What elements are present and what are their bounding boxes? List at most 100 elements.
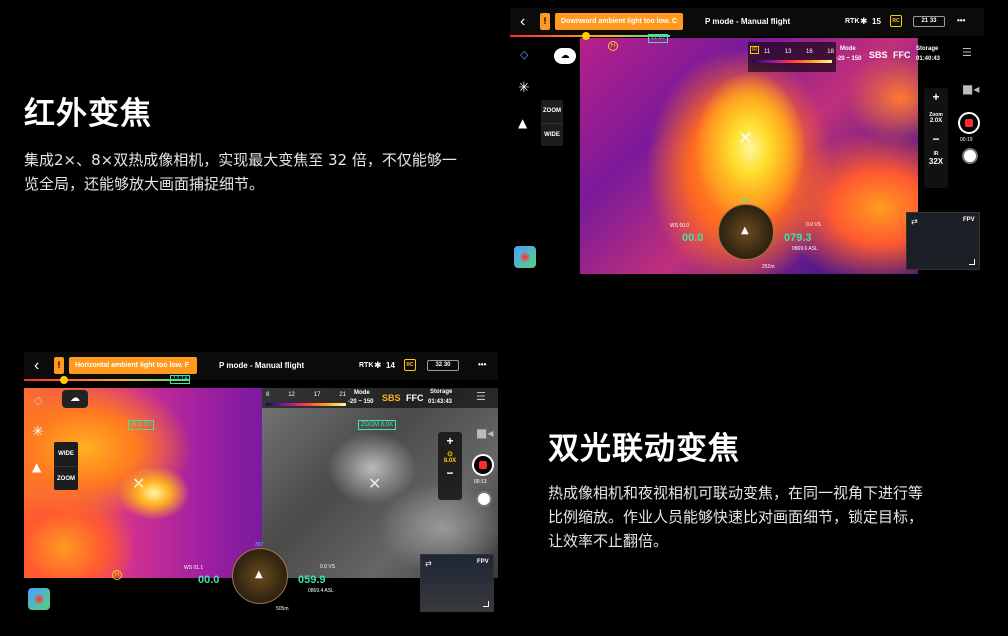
timeline-bar bbox=[510, 35, 670, 37]
ir-badge: IR bbox=[750, 46, 759, 54]
altitude-asl: 0869.6 ASL bbox=[792, 246, 818, 252]
section2-desc-line3: 让效率不止翻倍。 bbox=[548, 532, 669, 550]
back-button[interactable]: ‹ bbox=[34, 357, 39, 375]
zoom-lens-button[interactable]: ZOOM bbox=[541, 100, 563, 123]
shutter-button[interactable] bbox=[476, 491, 492, 507]
wide-lens-button[interactable]: WIDE bbox=[54, 442, 78, 466]
timeline-marker: 12:14 bbox=[170, 375, 191, 384]
thermal-zoom-screen: ‹ ! Downward ambient light too low. C P … bbox=[510, 8, 984, 274]
palette-ticks: 8 12 17 21 bbox=[266, 392, 346, 398]
aircraft-heading-icon: ▲ bbox=[741, 225, 749, 236]
palette-tick: 21 bbox=[339, 392, 346, 398]
video-camera-icon[interactable]: ■◂ bbox=[476, 426, 493, 440]
fpv-label: FPV bbox=[477, 559, 489, 565]
zoom-lens-button[interactable]: ZOOM bbox=[54, 466, 78, 490]
zoom-tag: ZOOM 8.0X bbox=[358, 420, 397, 430]
ir-zoom-value[interactable]: 32X bbox=[924, 157, 948, 166]
more-menu-button[interactable]: ••• bbox=[478, 360, 486, 369]
section2-desc-line1: 热成像相机和夜视相机可联动变焦，在同一视角下进行等 bbox=[548, 484, 924, 502]
back-button[interactable]: ‹ bbox=[520, 13, 525, 31]
battery2-value: 33 bbox=[929, 18, 937, 24]
attitude-compass: ▲ bbox=[232, 548, 288, 604]
dual-zoom-screen: ‹ ! Horizontal ambient light too low. F … bbox=[24, 352, 498, 614]
zoom-out-button[interactable]: − bbox=[924, 130, 948, 148]
satellite-icon: ✱ bbox=[374, 360, 382, 370]
video-camera-icon[interactable]: ■◂ bbox=[962, 82, 979, 96]
map-pin-icon[interactable]: ◇ bbox=[34, 394, 42, 407]
swap-view-icon[interactable]: ⇄ bbox=[425, 559, 432, 568]
target-icon[interactable]: ✳ bbox=[518, 80, 530, 96]
timeline-dot bbox=[60, 376, 68, 384]
fpv-view[interactable]: ⇄ FPV bbox=[420, 554, 494, 612]
section1-title: 红外变焦 bbox=[24, 96, 152, 132]
palette-gradient bbox=[752, 60, 832, 63]
map-pin-icon[interactable]: ◇ bbox=[520, 48, 528, 61]
wide-lens-button[interactable]: WIDE bbox=[541, 123, 563, 146]
camera-switch: ZOOM WIDE bbox=[541, 100, 563, 146]
fpv-view[interactable]: ⇄ FPV bbox=[906, 212, 980, 270]
horizontal-speed: 00.0 bbox=[198, 574, 220, 586]
target-icon[interactable]: ✳ bbox=[32, 424, 44, 440]
home-distance: 252m bbox=[762, 264, 775, 270]
aircraft-heading-icon: ▲ bbox=[255, 569, 263, 580]
ffc-button[interactable]: FFC bbox=[893, 50, 911, 60]
warning-icon: ! bbox=[54, 357, 64, 374]
zoom-control: + Zoom 2.0X − IR 32X bbox=[924, 88, 948, 188]
zoom-out-button[interactable]: − bbox=[438, 464, 462, 482]
battery2-value: 30 bbox=[443, 362, 451, 368]
expand-icon[interactable] bbox=[483, 601, 489, 607]
expand-icon[interactable] bbox=[969, 259, 975, 265]
crosshair-icon: ✕ bbox=[132, 474, 146, 493]
compass-heading: 236 bbox=[741, 198, 750, 204]
satellite-icon: ✱ bbox=[860, 16, 868, 26]
home-point-icon: H bbox=[608, 41, 618, 51]
palette-legend: IR 11 13 16 18 bbox=[748, 42, 836, 72]
page: 红外变焦 集成2×、8×双热成像相机，实现最大变焦至 32 倍，不仅能够一 览全… bbox=[0, 0, 1008, 636]
record-stop-icon bbox=[965, 119, 973, 127]
top-bar: ‹ ! Downward ambient light too low. C P … bbox=[510, 8, 984, 36]
palette-tick: 18 bbox=[827, 49, 834, 55]
timeline-bar bbox=[24, 379, 189, 381]
link-zoom-icon[interactable]: ⊙ bbox=[438, 450, 462, 458]
palette-tick: 13 bbox=[784, 49, 792, 55]
swap-view-icon[interactable]: ⇄ bbox=[911, 217, 918, 226]
record-time: 00:13 bbox=[474, 479, 487, 485]
section2-desc-line2: 比例缩放。作业人员能够快速比对画面细节，锁定目标， bbox=[548, 508, 924, 526]
ffc-button[interactable]: FFC bbox=[406, 393, 424, 403]
section1-desc-line2: 览全局，还能够放大画面捕捉细节。 bbox=[24, 175, 265, 193]
record-time: 00:19 bbox=[960, 137, 973, 143]
sbs-button[interactable]: SBS bbox=[869, 50, 888, 60]
cloud-upload-icon[interactable]: ☁ bbox=[554, 48, 576, 64]
map-thumbnail-icon[interactable]: ◉ bbox=[514, 246, 536, 268]
zoom-in-button[interactable]: + bbox=[438, 432, 462, 450]
sbs-button[interactable]: SBS bbox=[382, 393, 401, 403]
palette-tick: 17 bbox=[313, 392, 321, 398]
shutter-button[interactable] bbox=[962, 148, 978, 164]
more-menu-button[interactable]: ••• bbox=[957, 16, 965, 25]
warning-icon: ! bbox=[540, 13, 550, 30]
map-thumbnail-icon[interactable]: ◉ bbox=[28, 588, 50, 610]
mode-range: -20 ~ 150 bbox=[836, 56, 862, 62]
satellite-count: 15 bbox=[872, 17, 881, 26]
palette-tick: 8 bbox=[266, 392, 270, 398]
zoom-in-button[interactable]: + bbox=[924, 88, 948, 106]
battery-indicator: 32 30 bbox=[427, 360, 459, 371]
altitude: 059.9 bbox=[298, 574, 326, 586]
camera-switch: WIDE ZOOM bbox=[54, 442, 78, 490]
wind-speed: WS 01.1 bbox=[184, 565, 204, 571]
warning-banner[interactable]: Horizontal ambient light too low. F bbox=[69, 357, 197, 374]
record-button[interactable] bbox=[472, 454, 494, 476]
settings-sliders-icon[interactable]: ☰ bbox=[476, 390, 486, 403]
section2-desc: 热成像相机和夜视相机可联动变焦，在同一视角下进行等 比例缩放。作业人员能够快速比… bbox=[548, 481, 988, 553]
record-button[interactable] bbox=[958, 112, 980, 134]
navigation-arrow-icon[interactable]: ▲ bbox=[518, 116, 527, 130]
navigation-arrow-icon[interactable]: ▲ bbox=[32, 460, 41, 474]
satellite-count: 14 bbox=[386, 361, 395, 370]
cloud-upload-icon[interactable]: ☁ bbox=[62, 390, 88, 408]
section1-desc-line1: 集成2×、8×双热成像相机，实现最大变焦至 32 倍，不仅能够一 bbox=[24, 151, 457, 169]
settings-sliders-icon[interactable]: ☰ bbox=[962, 46, 972, 59]
palette-ticks: 11 13 16 18 bbox=[764, 49, 834, 55]
vertical-speed: 0.0 VS bbox=[806, 222, 822, 228]
battery1-value: 32 bbox=[435, 362, 443, 368]
warning-banner[interactable]: Downward ambient light too low. C bbox=[555, 13, 683, 30]
